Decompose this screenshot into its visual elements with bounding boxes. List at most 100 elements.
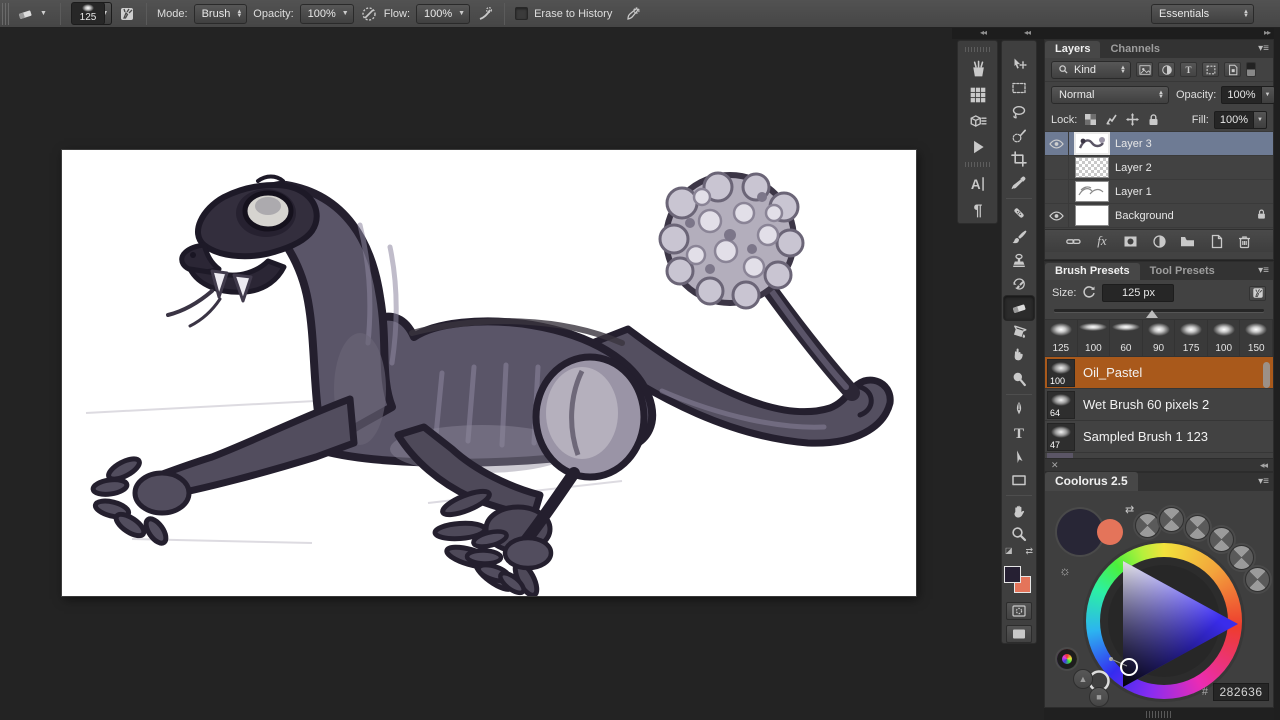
slider-thumb[interactable]	[1146, 310, 1159, 318]
lock-all-icon[interactable]	[1145, 112, 1161, 128]
visibility-toggle-empty[interactable]	[1045, 155, 1069, 180]
brush-preset-cell[interactable]: 100	[1077, 320, 1111, 356]
tab-coolorus[interactable]: Coolorus 2.5	[1045, 472, 1138, 491]
dock-gripper[interactable]	[964, 162, 991, 167]
clone-stamp-tool[interactable]	[1004, 249, 1034, 273]
path-selection-tool[interactable]	[1004, 445, 1034, 469]
panel-resize-strip[interactable]	[1044, 708, 1274, 720]
lock-position-icon[interactable]	[1124, 112, 1140, 128]
layer-thumbnail[interactable]	[1074, 132, 1110, 155]
rectangular-marquee-tool[interactable]	[1004, 77, 1034, 101]
type-tool[interactable]: T	[1004, 421, 1034, 445]
down-caret-icon[interactable]: ▼	[1254, 110, 1267, 129]
eraser-tool-icon[interactable]	[16, 5, 34, 23]
dock-gripper[interactable]	[964, 47, 991, 52]
layer-row-layer-3[interactable]: Layer 3	[1045, 131, 1273, 156]
expand-panels-icon[interactable]: ▸▸	[1264, 28, 1271, 37]
brush-size-slider[interactable]	[1054, 306, 1264, 319]
new-group-icon[interactable]	[1178, 232, 1198, 250]
lock-transparency-icon[interactable]	[1082, 112, 1098, 128]
brush-preset-cell[interactable]: 150	[1240, 320, 1274, 356]
screen-mode-button[interactable]	[1006, 625, 1032, 643]
filter-shape-layers-icon[interactable]	[1202, 62, 1219, 77]
actions-panel-icon[interactable]	[962, 134, 994, 160]
preset-row-sampled-brush-1-123[interactable]: 47 Sampled Brush 1 123	[1045, 421, 1273, 453]
square-mode-button[interactable]: ■	[1089, 687, 1109, 707]
brush-preset-cell[interactable]: 100	[1207, 320, 1241, 356]
brush-panel-toggle-icon[interactable]	[1249, 285, 1266, 301]
move-tool[interactable]	[1004, 53, 1034, 77]
brush-preset-cell[interactable]: 175	[1175, 320, 1208, 356]
add-layer-mask-icon[interactable]	[1121, 232, 1141, 250]
dodge-tool[interactable]	[1004, 367, 1034, 391]
erase-to-history-checkbox[interactable]	[515, 7, 529, 20]
brush-tool[interactable]	[1004, 225, 1034, 249]
collapse-icon[interactable]: ◂◂	[1260, 460, 1268, 471]
brush-preset-cell[interactable]: 60	[1110, 320, 1143, 356]
panel-menu-icon[interactable]: ▾≡	[1258, 43, 1269, 54]
tab-layers[interactable]: Layers	[1045, 41, 1101, 58]
layer-thumbnail[interactable]	[1075, 205, 1109, 226]
adjustment-layer-icon[interactable]	[1149, 232, 1169, 250]
brush-presets-panel-icon[interactable]	[962, 56, 994, 82]
tab-channels[interactable]: Channels	[1100, 41, 1170, 58]
close-icon[interactable]: ✕	[1051, 460, 1059, 471]
quick-selection-tool[interactable]	[1004, 124, 1034, 148]
filter-pixel-layers-icon[interactable]	[1136, 62, 1153, 77]
gradient-tool[interactable]	[1004, 320, 1034, 344]
layer-style-icon[interactable]: fx	[1092, 232, 1112, 250]
opacity-select[interactable]: 100% ▼	[299, 3, 354, 24]
scrollbar-thumb[interactable]	[1263, 362, 1270, 388]
styles-panel-icon[interactable]	[962, 108, 994, 134]
tab-tool-presets[interactable]: Tool Presets	[1139, 263, 1225, 280]
lasso-tool[interactable]	[1004, 100, 1034, 124]
paragraph-panel-icon[interactable]: ¶	[962, 197, 994, 223]
foreground-color[interactable]	[1004, 565, 1021, 583]
panel-menu-icon[interactable]: ▾≡	[1258, 265, 1269, 276]
swap-colors-icon[interactable]: ⇄	[1025, 546, 1033, 560]
toggle-brush-panel-icon[interactable]	[118, 5, 136, 23]
default-and-swap-colors[interactable]: ◪ ⇄	[1004, 546, 1034, 560]
default-colors-icon[interactable]: ◪	[1005, 546, 1013, 560]
tab-brush-presets[interactable]: Brush Presets	[1045, 263, 1140, 280]
quick-mask-button[interactable]	[1006, 602, 1032, 621]
hex-value-field[interactable]: 282636	[1213, 683, 1269, 701]
character-panel-icon[interactable]: A	[962, 171, 994, 197]
layer-thumbnail[interactable]	[1075, 157, 1109, 178]
visibility-eye-icon[interactable]	[1045, 131, 1069, 156]
layer-row-background[interactable]: Background	[1045, 203, 1273, 228]
triangle-mode-button[interactable]: ▲	[1073, 669, 1093, 689]
layer-thumbnail[interactable]	[1075, 181, 1109, 202]
document-canvas[interactable]	[62, 150, 916, 598]
eraser-tool[interactable]	[1004, 296, 1034, 320]
brush-size-widget[interactable]: 125 ▼	[71, 2, 112, 25]
brush-size-field[interactable]: 125 px	[1102, 284, 1175, 302]
mode-select[interactable]: Brush ▲ ▼	[193, 3, 248, 24]
options-bar-gripper[interactable]	[2, 2, 10, 25]
swatches-panel-icon[interactable]	[962, 82, 994, 108]
panel-menu-icon[interactable]: ▾≡	[1258, 476, 1269, 487]
collapse-toolbar-icon[interactable]: ◂◂	[1024, 28, 1031, 37]
crop-tool[interactable]	[1004, 147, 1034, 171]
tablet-opacity-icon[interactable]	[360, 5, 378, 23]
layer-row-layer-1[interactable]: Layer 1	[1045, 179, 1273, 204]
brush-preset-cell[interactable]: 90	[1142, 320, 1176, 356]
layer-row-layer-2[interactable]: Layer 2	[1045, 155, 1273, 180]
zoom-tool[interactable]	[1004, 523, 1034, 547]
hand-tool[interactable]	[1004, 499, 1034, 523]
color-wheel-mode-icon[interactable]	[1057, 649, 1077, 669]
link-layers-icon[interactable]	[1064, 232, 1084, 250]
filter-adjustment-layers-icon[interactable]	[1158, 62, 1175, 77]
collapse-icon-dock-icon[interactable]: ◂◂	[980, 28, 987, 37]
filter-smart-objects-icon[interactable]	[1224, 62, 1241, 77]
fill-control[interactable]: 100% ▼	[1213, 110, 1267, 129]
reset-size-icon[interactable]	[1082, 285, 1096, 302]
workspace-select[interactable]: Essentials ▲ ▼	[1151, 3, 1254, 24]
blend-mode-select[interactable]: Normal ▲ ▼	[1051, 86, 1169, 104]
layer-opacity-control[interactable]: 100% ▼	[1221, 86, 1275, 104]
airbrush-icon[interactable]	[476, 5, 494, 23]
kind-filter-select[interactable]: Kind ▲ ▼	[1051, 60, 1131, 79]
visibility-toggle-empty[interactable]	[1045, 179, 1069, 204]
tool-preset-caret-icon[interactable]: ▼	[40, 6, 50, 22]
history-brush-tool[interactable]	[1004, 272, 1034, 296]
